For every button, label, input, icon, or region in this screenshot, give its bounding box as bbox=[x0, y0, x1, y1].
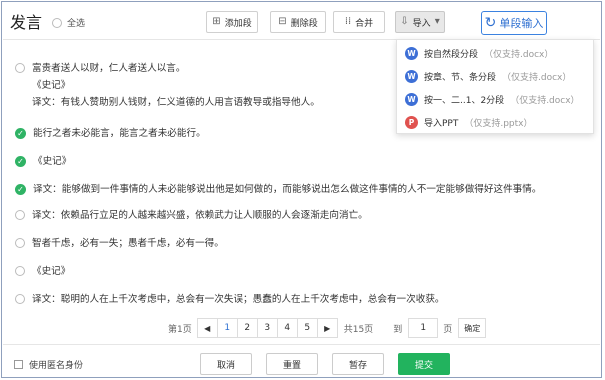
anonymous-label: 使用匿名身份 bbox=[29, 361, 84, 371]
import-label: 导入 bbox=[412, 18, 431, 29]
submit-button[interactable]: 提交 bbox=[398, 353, 450, 375]
import-icon: ⇩ bbox=[400, 16, 409, 27]
word-doc-icon: W bbox=[405, 47, 418, 60]
item-text: 译文：依赖品行立足的人越来越兴盛，依赖武力让人顺服的人会逐渐走向消亡。 bbox=[32, 210, 368, 221]
import-menu-item-numbering[interactable]: W 按一、二..1、2分段 （仅支持.docx） bbox=[405, 93, 580, 106]
page-button-3[interactable]: 3 bbox=[256, 318, 278, 338]
save-draft-button[interactable]: 暂存 bbox=[332, 353, 384, 375]
item-text: 译文：聪明的人在上千次考虑中，总会有一次失误；愚蠢的人在上千次考虑中，总会有一次… bbox=[32, 294, 445, 305]
page-button-2[interactable]: 2 bbox=[236, 318, 258, 338]
select-all-label: 全选 bbox=[67, 19, 86, 29]
import-menu-hint: （仅支持.docx） bbox=[510, 96, 580, 106]
total-pages-label: 共15页 bbox=[343, 324, 374, 335]
list-item[interactable]: 《史记》 bbox=[15, 263, 70, 280]
item-text: 富贵者送人以财，仁人者送人以言。 bbox=[32, 63, 186, 74]
import-menu-label: 按一、二..1、2分段 bbox=[424, 96, 505, 106]
item-radio[interactable] bbox=[15, 294, 25, 304]
import-menu-hint: （仅支持.pptx） bbox=[464, 119, 533, 129]
speech-panel: 发言 全选 ⊞ 添加段 ⊟ 删除段 ⁞⁞ 合并 ⇩ 导入 ▾ ↻ 单段输入 富贵… bbox=[1, 1, 602, 378]
merge-button[interactable]: ⁞⁞ 合并 bbox=[333, 11, 385, 33]
import-menu-hint: （仅支持.docx） bbox=[502, 73, 572, 83]
list-item[interactable]: ✓ 《史记》 bbox=[15, 153, 71, 170]
goto-confirm-button[interactable]: 确定 bbox=[458, 318, 487, 338]
list-item[interactable]: ✓ 能行之者未必能言，能言之者未必能行。 bbox=[15, 125, 206, 142]
reset-button[interactable]: 重置 bbox=[266, 353, 318, 375]
item-radio[interactable] bbox=[15, 63, 25, 73]
item-text: 《史记》 bbox=[32, 80, 71, 91]
check-icon[interactable]: ✓ bbox=[15, 184, 26, 195]
item-text: 《史记》 bbox=[33, 156, 72, 167]
chevron-down-icon: ▾ bbox=[434, 16, 440, 27]
anonymous-checkbox[interactable] bbox=[14, 360, 23, 369]
next-page-button[interactable]: ▶ bbox=[316, 318, 338, 338]
check-icon[interactable]: ✓ bbox=[15, 156, 26, 167]
list-item[interactable]: 智者千虑，必有一失；愚者千虑，必有一得。 bbox=[15, 235, 224, 252]
item-radio[interactable] bbox=[15, 210, 25, 220]
delete-paragraph-icon: ⊟ bbox=[278, 16, 287, 27]
item-radio[interactable] bbox=[15, 266, 25, 276]
ppt-icon: P bbox=[405, 116, 418, 129]
prev-page-button[interactable]: ◀ bbox=[196, 318, 218, 338]
page-button-4[interactable]: 4 bbox=[276, 318, 298, 338]
refresh-icon: ↻ bbox=[484, 15, 497, 31]
item-text: 译文：有钱人赞助别人钱财，仁义道德的人用言语教导或指导他人。 bbox=[32, 97, 320, 108]
import-menu-item-ppt[interactable]: P 导入PPT （仅支持.pptx） bbox=[405, 116, 533, 129]
delete-paragraph-button[interactable]: ⊟ 删除段 bbox=[270, 11, 326, 33]
item-text: 《史记》 bbox=[32, 266, 71, 277]
add-paragraph-icon: ⊞ bbox=[212, 16, 221, 27]
item-text: 译文：能够做到一件事情的人未必能够说出他是如何做的，而能够说出怎么做这件事情的人… bbox=[33, 184, 542, 195]
import-menu-hint: （仅支持.docx） bbox=[484, 50, 554, 60]
import-menu-label: 按章、节、条分段 bbox=[424, 73, 497, 83]
item-text: 智者千虑，必有一失；愚者千虑，必有一得。 bbox=[32, 238, 224, 249]
select-all-radio[interactable] bbox=[52, 17, 62, 28]
list-item[interactable]: 译文：聪明的人在上千次考虑中，总会有一次失误；愚蠢的人在上千次考虑中，总会有一次… bbox=[15, 291, 445, 308]
single-input-button[interactable]: ↻ 单段输入 bbox=[481, 11, 547, 35]
first-page-label[interactable]: 第1页 bbox=[168, 322, 192, 335]
page-suffix-label: 页 bbox=[443, 324, 453, 335]
delete-paragraph-label: 删除段 bbox=[290, 18, 318, 29]
import-dropdown-menu: W 按自然段分段 （仅支持.docx） W 按章、节、条分段 （仅支持.docx… bbox=[396, 39, 594, 134]
page-button-5[interactable]: 5 bbox=[296, 318, 318, 338]
cancel-button[interactable]: 取消 bbox=[200, 353, 252, 375]
pagination: 第1页 ◀ 1 2 3 4 5 ▶ 共15页 到 页 确定 bbox=[168, 318, 487, 338]
page-button-1[interactable]: 1 bbox=[216, 318, 238, 338]
list-item[interactable]: 富贵者送人以财，仁人者送人以言。 《史记》 译文：有钱人赞助别人钱财，仁义道德的… bbox=[15, 60, 320, 111]
anonymous-option[interactable]: 使用匿名身份 bbox=[14, 358, 83, 371]
word-doc-icon: W bbox=[405, 70, 418, 83]
add-paragraph-button[interactable]: ⊞ 添加段 bbox=[206, 11, 258, 33]
item-text: 能行之者未必能言，能言之者未必能行。 bbox=[33, 128, 206, 139]
import-menu-item-paragraph[interactable]: W 按自然段分段 （仅支持.docx） bbox=[405, 47, 553, 60]
list-item[interactable]: ✓ 译文：能够做到一件事情的人未必能够说出他是如何做的，而能够说出怎么做这件事情… bbox=[15, 181, 541, 198]
single-input-label: 单段输入 bbox=[499, 17, 544, 30]
import-menu-item-chapter[interactable]: W 按章、节、条分段 （仅支持.docx） bbox=[405, 70, 571, 83]
goto-label: 到 bbox=[393, 324, 403, 335]
merge-label: 合并 bbox=[355, 18, 374, 29]
merge-icon: ⁞⁞ bbox=[344, 16, 352, 27]
item-radio[interactable] bbox=[15, 238, 25, 248]
goto-page-input[interactable] bbox=[408, 318, 439, 338]
check-icon[interactable]: ✓ bbox=[15, 128, 26, 139]
word-doc-icon: W bbox=[405, 93, 418, 106]
footer-divider bbox=[3, 344, 600, 345]
import-menu-label: 按自然段分段 bbox=[424, 50, 479, 60]
import-menu-label: 导入PPT bbox=[424, 119, 459, 129]
list-item[interactable]: 译文：依赖品行立足的人越来越兴盛，依赖武力让人顺服的人会逐渐走向消亡。 bbox=[15, 207, 368, 224]
page-title: 发言 bbox=[10, 13, 43, 32]
select-all[interactable]: 全选 bbox=[52, 16, 85, 29]
add-paragraph-label: 添加段 bbox=[224, 18, 252, 29]
import-button[interactable]: ⇩ 导入 ▾ bbox=[395, 11, 445, 33]
